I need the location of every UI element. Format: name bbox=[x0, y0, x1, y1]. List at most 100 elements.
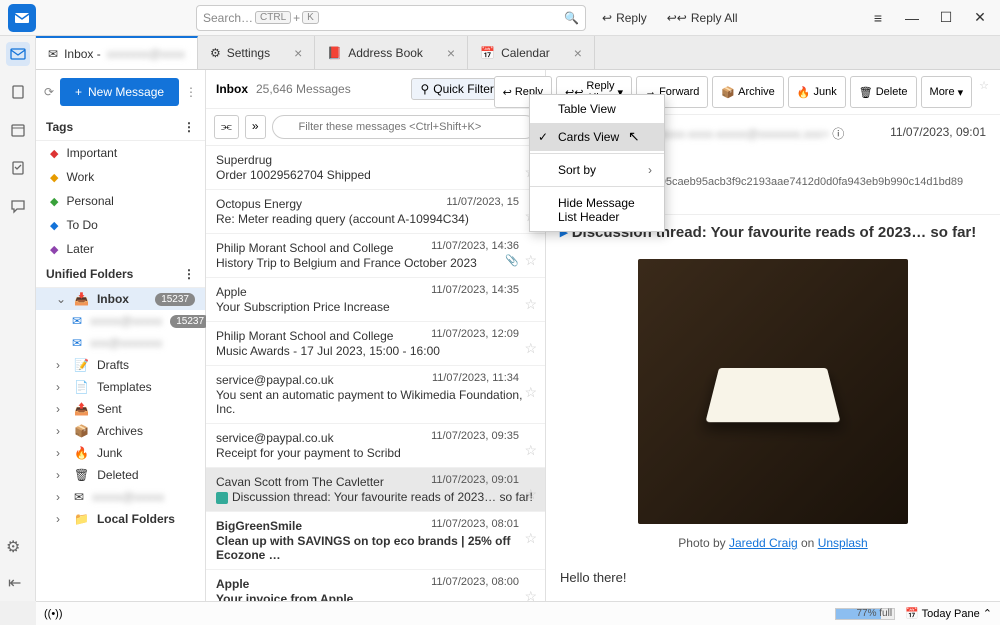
folder-drafts[interactable]: ›📝 Drafts bbox=[36, 354, 205, 376]
minimize-button[interactable]: — bbox=[896, 4, 928, 32]
app-icon bbox=[8, 4, 36, 32]
star-icon[interactable]: ☆ bbox=[524, 252, 537, 269]
junk-button[interactable]: 🔥 Junk bbox=[788, 76, 846, 108]
close-tab-icon[interactable]: × bbox=[294, 45, 302, 61]
star-icon[interactable]: ☆ bbox=[976, 76, 992, 108]
tag-work[interactable]: ◆ Work bbox=[36, 165, 205, 189]
unified-folders-header[interactable]: Unified Folders⋮ bbox=[36, 261, 205, 288]
image-caption: Photo by Jaredd Craig on Unsplash bbox=[560, 534, 986, 552]
message-row[interactable]: service@paypal.co.uk You sent an automat… bbox=[206, 366, 545, 424]
tag-to-do[interactable]: ◆ To Do bbox=[36, 213, 205, 237]
tasks-icon[interactable] bbox=[6, 156, 30, 180]
reply-button[interactable]: ↩ Reply bbox=[596, 7, 653, 29]
tags-header[interactable]: Tags⋮ bbox=[36, 114, 205, 141]
message-row[interactable]: Cavan Scott from The CavletterDiscussion… bbox=[206, 468, 545, 512]
search-icon[interactable]: 🔍 bbox=[564, 11, 579, 25]
folder-archives[interactable]: ›📦 Archives bbox=[36, 420, 205, 442]
tab-calendar[interactable]: 📅 Calendar× bbox=[468, 36, 595, 69]
global-search-input[interactable]: Search… CTRL+ K 🔍 bbox=[196, 5, 586, 31]
chat-icon[interactable] bbox=[6, 194, 30, 218]
folder-sent[interactable]: ›📤 Sent bbox=[36, 398, 205, 420]
more-button[interactable]: More ▾ bbox=[921, 76, 973, 108]
today-pane-toggle[interactable]: 📅 Today Pane ⌃ bbox=[905, 607, 992, 620]
folder-junk[interactable]: ›🔥 Junk bbox=[36, 442, 205, 464]
message-row[interactable]: Octopus EnergyRe: Meter reading query (a… bbox=[206, 190, 545, 234]
status-bar: ((•)) 77% full 📅 Today Pane ⌃ bbox=[36, 601, 1000, 625]
tab-settings[interactable]: ⚙ Settings× bbox=[198, 36, 315, 69]
gear-icon: ⚙ bbox=[210, 46, 221, 60]
settings-icon[interactable]: ⚙ bbox=[6, 537, 20, 557]
kbd-k: K bbox=[302, 11, 319, 24]
tag-personal[interactable]: ◆ Personal bbox=[36, 189, 205, 213]
menu-table-view[interactable]: Table View bbox=[530, 95, 664, 123]
star-icon[interactable]: ☆ bbox=[524, 442, 537, 459]
address-book-icon[interactable] bbox=[6, 80, 30, 104]
title-bar: Search… CTRL+ K 🔍 ↩ Reply ↩↩ Reply All ≡… bbox=[0, 0, 1000, 36]
folder-local[interactable]: ›📁 Local Folders bbox=[36, 508, 205, 530]
cursor-icon: ↖ bbox=[628, 128, 640, 145]
message-list-pane: Inbox 25,646 Messages ⚲ Quick Filter ⊞ ⫘… bbox=[206, 70, 546, 601]
menu-hide-header[interactable]: Hide Message List Header bbox=[530, 189, 664, 231]
message-row[interactable]: BigGreenSmileClean up with SAVINGS on to… bbox=[206, 512, 545, 570]
close-tab-icon[interactable]: × bbox=[447, 45, 455, 61]
kbd-ctrl: CTRL bbox=[255, 11, 291, 24]
folder-deleted[interactable]: ›🗑 Deleted bbox=[36, 464, 205, 486]
email-image bbox=[638, 259, 908, 524]
photo-author-link[interactable]: Jaredd Craig bbox=[729, 536, 798, 550]
star-icon[interactable]: ☆ bbox=[524, 296, 537, 313]
left-rail: ⚙ ⇤ bbox=[0, 36, 36, 601]
folder-templates[interactable]: ›📄 Templates bbox=[36, 376, 205, 398]
message-row[interactable]: Philip Morant School and CollegeHistory … bbox=[206, 234, 545, 278]
mail-icon: ✉ bbox=[48, 47, 58, 61]
online-icon[interactable]: ((•)) bbox=[44, 608, 63, 620]
filter-messages-input[interactable] bbox=[272, 115, 538, 139]
view-context-menu: Table View Cards View Sort by› Hide Mess… bbox=[529, 94, 665, 232]
star-icon[interactable]: ☆ bbox=[524, 530, 537, 547]
folder-menu-icon[interactable]: ⋮ bbox=[185, 85, 197, 99]
message-row[interactable]: service@paypal.co.uk Receipt for your pa… bbox=[206, 424, 545, 468]
folder-account-row[interactable]: ›✉ xxxxx@xxxxx bbox=[36, 486, 205, 508]
mail-icon[interactable] bbox=[6, 42, 30, 66]
message-row[interactable]: Philip Morant School and CollegeMusic Aw… bbox=[206, 322, 545, 366]
close-button[interactable]: ✕ bbox=[964, 4, 996, 32]
folder-account[interactable]: ✉ xxxxx@xxxxx15237 bbox=[36, 310, 205, 332]
folder-inbox[interactable]: ⌄📥 Inbox15237 bbox=[36, 288, 205, 310]
message-row[interactable]: SuperdrugOrder 10029562704 Shipped☆ bbox=[206, 146, 545, 190]
hamburger-icon[interactable]: ≡ bbox=[862, 4, 894, 32]
star-icon[interactable]: ☆ bbox=[524, 340, 537, 357]
tag-important[interactable]: ◆ Important bbox=[36, 141, 205, 165]
tab-bar: ✉ Inbox - xxxxxxx@xxxx ⚙ Settings× 📕 Add… bbox=[36, 36, 1000, 70]
message-count: 25,646 Messages bbox=[256, 82, 351, 96]
folder-pane: ⟳ + New Message ⋮ Tags⋮ ◆ Important◆ Wor… bbox=[36, 70, 206, 601]
filter-chevron-button[interactable]: » bbox=[245, 115, 266, 139]
tab-inbox[interactable]: ✉ Inbox - xxxxxxx@xxxx bbox=[36, 36, 198, 69]
message-row[interactable]: AppleYour Subscription Price Increase11/… bbox=[206, 278, 545, 322]
star-icon[interactable]: ☆ bbox=[524, 384, 537, 401]
fetch-icon[interactable]: ⟳ bbox=[44, 85, 54, 99]
more-icon[interactable]: ⋮ bbox=[183, 267, 195, 281]
close-tab-icon[interactable]: × bbox=[574, 45, 582, 61]
star-icon[interactable]: ☆ bbox=[524, 588, 537, 601]
folder-account[interactable]: ✉ xxx@xxxxxxx bbox=[36, 332, 205, 354]
menu-cards-view[interactable]: Cards View bbox=[530, 123, 664, 151]
preview-body: Photo by Jaredd Craig on Unsplash Hello … bbox=[546, 249, 1000, 601]
unsplash-link[interactable]: Unsplash bbox=[818, 536, 868, 550]
menu-sort-by[interactable]: Sort by› bbox=[530, 156, 664, 184]
filter-pin-button[interactable]: ⫘ bbox=[214, 115, 239, 139]
preview-date: 11/07/2023, 09:01 bbox=[890, 125, 986, 139]
star-icon[interactable]: ☆ bbox=[524, 486, 537, 503]
archive-button[interactable]: 📦 Archive bbox=[712, 76, 783, 108]
maximize-button[interactable]: ☐ bbox=[930, 4, 962, 32]
collapse-rail-icon[interactable]: ⇤ bbox=[8, 573, 21, 593]
tag-later[interactable]: ◆ Later bbox=[36, 237, 205, 261]
list-title: Inbox bbox=[216, 82, 248, 96]
reply-all-button[interactable]: ↩↩ Reply All bbox=[661, 7, 744, 29]
tab-address-book[interactable]: 📕 Address Book× bbox=[315, 36, 468, 69]
new-message-button[interactable]: + New Message bbox=[60, 78, 179, 106]
quota-meter: 77% full bbox=[835, 608, 895, 620]
more-icon[interactable]: ⋮ bbox=[183, 120, 195, 134]
message-row[interactable]: AppleYour invoice from Apple.11/07/2023,… bbox=[206, 570, 545, 601]
quick-filter-button[interactable]: ⚲ Quick Filter bbox=[411, 78, 502, 100]
calendar-icon[interactable] bbox=[6, 118, 30, 142]
delete-button[interactable]: 🗑 Delete bbox=[850, 76, 917, 108]
